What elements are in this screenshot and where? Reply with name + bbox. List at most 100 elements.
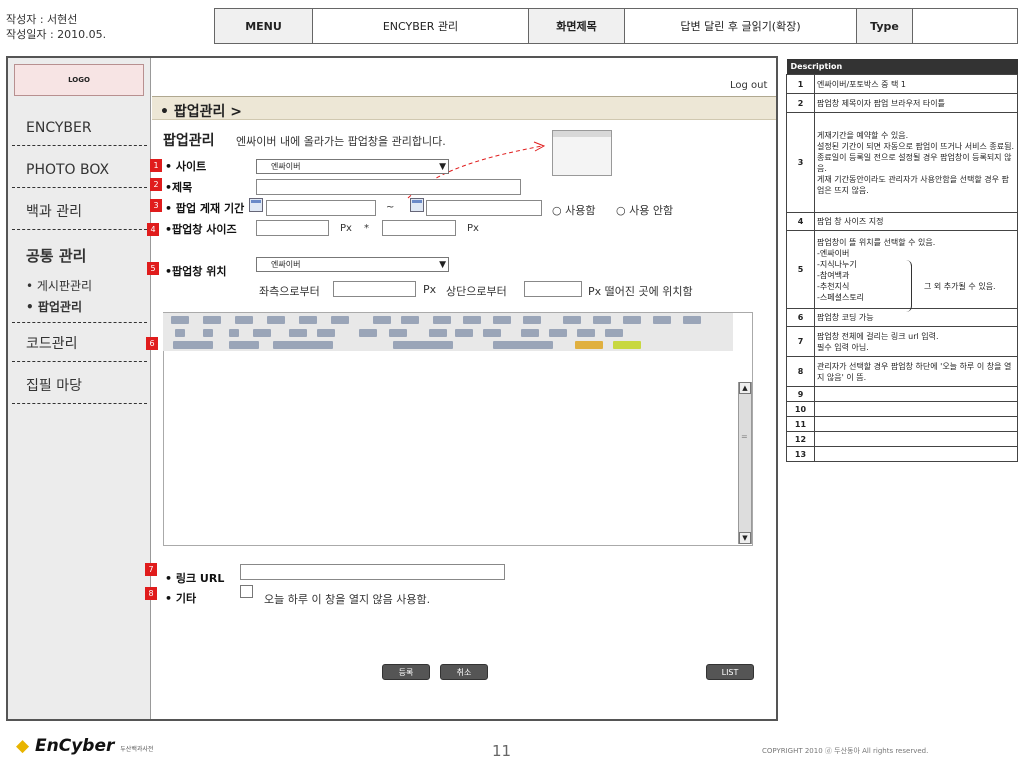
strike-icon[interactable] [253,329,271,337]
toolbar-icon[interactable] [433,316,451,324]
align-justify-icon[interactable] [605,329,623,337]
toolbar-icon[interactable] [563,316,581,324]
page-title: 팝업관리 [163,133,215,149]
menu-header: MENU [214,8,313,44]
menu-value: ENCYBER 관리 [312,8,529,44]
etc-checkbox[interactable] [240,585,253,598]
toolbar-icon[interactable] [299,316,317,324]
marker-3: 3 [150,199,162,212]
sidebar-item-encyclopedia[interactable]: 백과 관리 [12,194,147,230]
toolbar-icon[interactable] [267,316,285,324]
from-top-label: 상단으로부터 [446,285,507,298]
subscript-icon[interactable] [289,329,307,337]
toolbar-icon[interactable] [623,316,641,324]
sidebar-sub-board[interactable]: • 게시판관리 [26,277,92,294]
scroll-down-icon[interactable]: ▼ [739,532,751,544]
sidebar-item-writing[interactable]: 집필 마당 [12,368,147,404]
ordered-list-icon[interactable] [359,329,377,337]
calendar-end-icon[interactable] [410,198,424,212]
use-radio[interactable]: ○ 사용함 [552,202,595,218]
etc-label: • 기타 [165,592,197,605]
highlight-icon[interactable] [613,341,641,349]
sidebar-item-encyber[interactable]: ENCYBER [12,110,147,146]
list-button[interactable]: LIST [706,664,754,680]
toolbar-icon[interactable] [235,316,253,324]
desc-text: 팝업창 코딩 가능 [814,308,1018,327]
editor-toolbar-2 [163,326,733,340]
toolbar-icon[interactable] [401,316,419,324]
italic-icon[interactable] [203,329,213,337]
footer-logo: ◆ EnCyber 두산백과사전 [16,736,153,756]
date-text: 작성일자 : 2010.05. [6,28,107,41]
sidebar-sub-popup[interactable]: • 팝업관리 [26,298,82,315]
nouse-radio[interactable]: ○ 사용 안함 [616,202,673,218]
toolbar-icon[interactable] [683,316,701,324]
align-center-icon[interactable] [549,329,567,337]
left-offset-input[interactable] [333,281,416,297]
width-input[interactable] [256,220,329,236]
scroll-grip-icon: = [741,432,748,441]
link-url-label: • 링크 URL [165,572,225,585]
toolbar-icon[interactable] [373,316,391,324]
toolbar-icon[interactable] [493,316,511,324]
toolbar-icon[interactable] [331,316,349,324]
desc-num: 12 [786,431,815,447]
dropdown-arrow-icon: ▼ [439,260,446,270]
quote-icon[interactable] [483,329,501,337]
editor-scrollbar[interactable] [738,382,752,544]
sidebar-item-common[interactable]: 공통 관리 [12,238,147,274]
desc-num: 4 [786,212,815,231]
toolbar-icon[interactable] [653,316,671,324]
toolbar-icon[interactable] [171,316,189,324]
end-date-input[interactable] [426,200,542,216]
desc-text [814,401,1018,417]
type-value [912,8,1018,44]
site-select[interactable]: 엔싸이버 ▼ [256,159,449,174]
description-header: Description [786,59,1018,75]
desc-text: 팝업창이 뜰 위치를 선택할 수 있음. -엔싸이버 -지식나누기 -참여백과 … [814,230,1018,309]
marker-5: 5 [147,262,159,275]
format-select[interactable] [273,341,333,349]
register-button[interactable]: 등록 [382,664,430,680]
toolbar-icon[interactable] [593,316,611,324]
toolbar-icon[interactable] [203,316,221,324]
style-select[interactable] [393,341,453,349]
underline-icon[interactable] [229,329,239,337]
align-right-icon[interactable] [577,329,595,337]
start-date-input[interactable] [266,200,376,216]
font-color-icon[interactable] [575,341,603,349]
indent-icon[interactable] [455,329,473,337]
divider [12,322,147,323]
desc-text [814,446,1018,462]
sidebar-item-photobox[interactable]: PHOTO BOX [12,152,147,188]
from-left-label: 좌측으로부터 [259,285,320,298]
sidebar-item-code[interactable]: 코드관리 [12,326,147,362]
logout-link[interactable]: Log out [730,80,767,91]
position-suffix: Px 떨어진 곳에 위치함 [588,285,693,298]
bold-icon[interactable] [175,329,185,337]
top-offset-input[interactable] [524,281,582,297]
toolbar-icon[interactable] [463,316,481,324]
toolbar-icon[interactable] [523,316,541,324]
calendar-start-icon[interactable] [249,198,263,212]
etc-text: 오늘 하루 이 창을 열지 않음 사용함. [264,593,431,606]
copyright: COPYRIGHT 2010 ⓓ 두산동아 All rights reserve… [762,747,929,755]
editor-toolbar-3 [163,339,733,351]
height-input[interactable] [382,220,456,236]
paragraph-select[interactable] [493,341,553,349]
size-select[interactable] [229,341,259,349]
position-select[interactable]: 엔싸이버 ▼ [256,257,449,272]
outdent-icon[interactable] [429,329,447,337]
font-select[interactable] [173,341,213,349]
period-label: • 팝업 게재 기간 [165,202,245,215]
diamond-icon: ◆ [16,736,30,756]
title-input[interactable] [256,179,521,195]
unordered-list-icon[interactable] [389,329,407,337]
scroll-up-icon[interactable]: ▲ [739,382,751,394]
superscript-icon[interactable] [317,329,335,337]
align-left-icon[interactable] [521,329,539,337]
link-url-input[interactable] [240,564,505,580]
desc-num: 2 [786,93,815,113]
desc-text [814,431,1018,447]
cancel-button[interactable]: 취소 [440,664,488,680]
